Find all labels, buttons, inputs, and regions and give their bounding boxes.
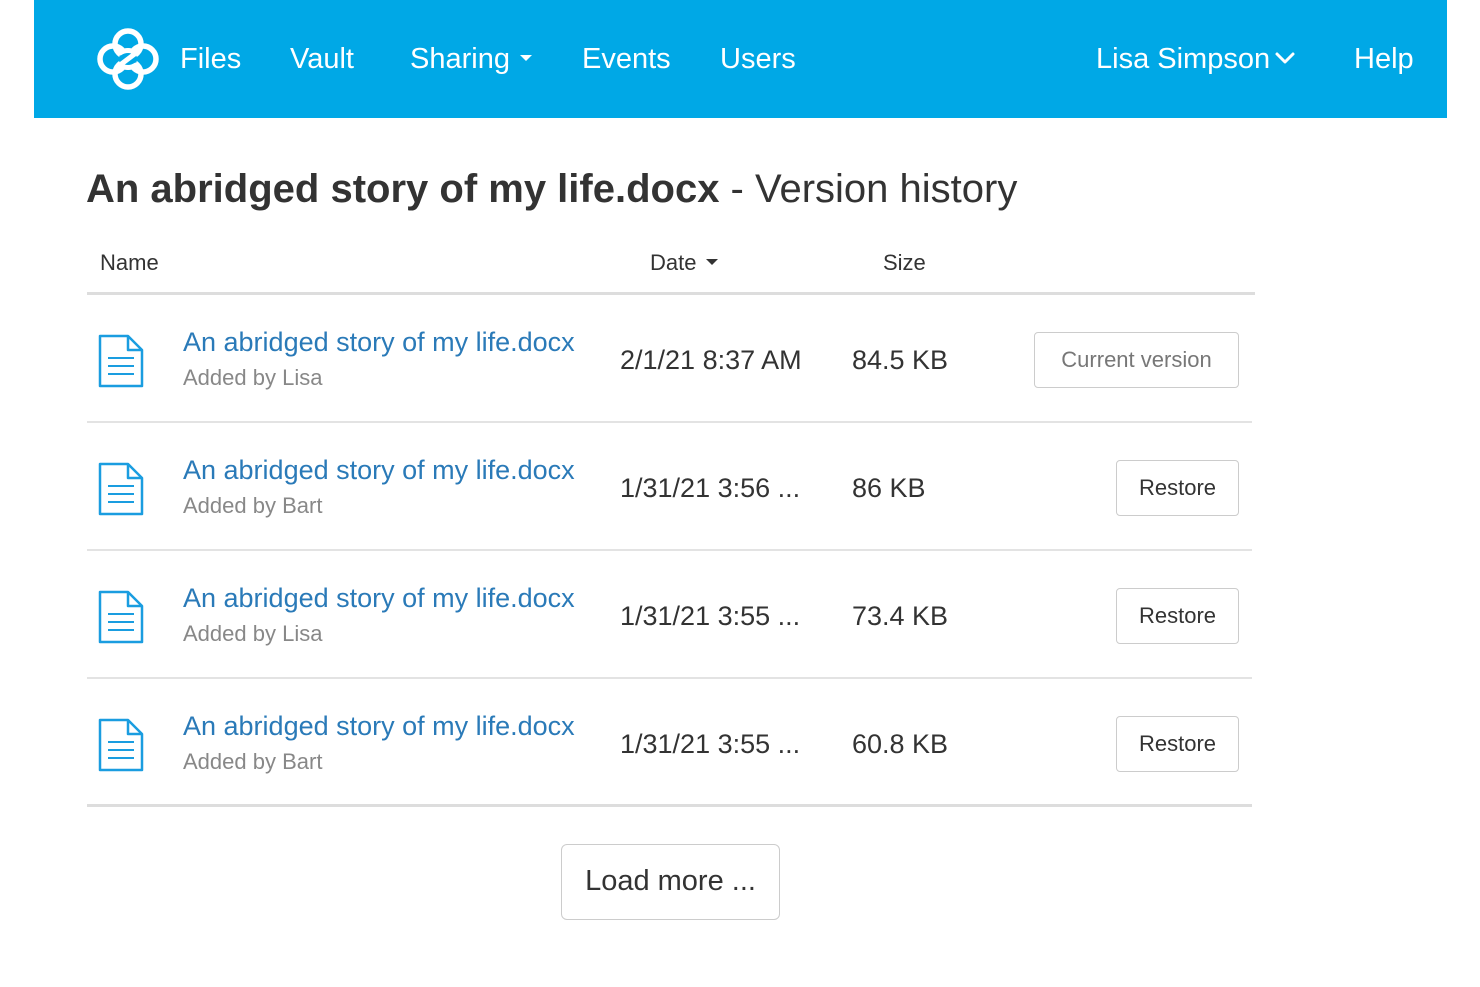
- added-by-user: Bart: [282, 493, 323, 518]
- document-icon: [97, 717, 145, 773]
- version-date: 2/1/21 8:37 AM: [620, 345, 802, 375]
- added-by-user: Lisa: [282, 621, 323, 646]
- nav-vault[interactable]: Vault: [290, 40, 354, 78]
- version-date: 1/31/21 3:55 ...: [620, 729, 801, 759]
- document-icon: [97, 461, 145, 517]
- column-header-name[interactable]: Name: [100, 249, 159, 277]
- version-row: An abridged story of my life.docx Added …: [87, 423, 1252, 551]
- nav-events[interactable]: Events: [582, 40, 671, 78]
- sort-caret-down-icon: [706, 259, 719, 266]
- version-added-by: Added by Bart: [183, 491, 322, 521]
- nav-sharing-label: Sharing: [410, 43, 510, 75]
- added-by-label: Added by: [183, 493, 283, 518]
- load-more-button[interactable]: Load more ...: [561, 844, 780, 920]
- version-added-by: Added by Bart: [183, 747, 322, 777]
- version-size: 73.4 KB: [852, 601, 949, 631]
- added-by-user: Bart: [282, 749, 323, 774]
- version-row: An abridged story of my life.docx Added …: [87, 295, 1252, 423]
- sync-logo-icon[interactable]: [92, 26, 164, 92]
- column-header-date-label: Date: [650, 250, 697, 275]
- nav-files[interactable]: Files: [180, 40, 241, 78]
- page-title-filename: An abridged story of my life.docx: [86, 167, 720, 211]
- chevron-down-icon: [1275, 52, 1295, 64]
- column-header-size[interactable]: Size: [883, 249, 926, 277]
- version-size: 86 KB: [852, 473, 926, 503]
- restore-button[interactable]: Restore: [1116, 588, 1239, 644]
- top-navbar: Files Vault Sharing Events Users Lisa Si…: [34, 0, 1447, 118]
- version-file-name[interactable]: An abridged story of my life.docx: [183, 453, 575, 487]
- version-size: 84.5 KB: [852, 345, 949, 375]
- added-by-user: Lisa: [282, 365, 323, 390]
- version-date: 1/31/21 3:55 ...: [620, 601, 801, 631]
- added-by-label: Added by: [183, 621, 283, 646]
- added-by-label: Added by: [183, 365, 283, 390]
- version-file-name[interactable]: An abridged story of my life.docx: [183, 709, 575, 743]
- version-size: 60.8 KB: [852, 729, 949, 759]
- caret-down-icon: [519, 55, 532, 62]
- page-title-suffix: - Version history: [719, 167, 1018, 211]
- user-menu-dropdown[interactable]: Lisa Simpson: [1096, 40, 1296, 78]
- version-added-by: Added by Lisa: [183, 363, 322, 393]
- restore-button[interactable]: Restore: [1116, 716, 1239, 772]
- column-header-date[interactable]: Date: [650, 249, 719, 277]
- restore-button[interactable]: Restore: [1116, 460, 1239, 516]
- page-title: An abridged story of my life.docx - Vers…: [86, 164, 1017, 214]
- nav-users[interactable]: Users: [720, 40, 796, 78]
- version-date: 1/31/21 3:56 ...: [620, 473, 801, 503]
- document-icon: [97, 333, 145, 389]
- version-added-by: Added by Lisa: [183, 619, 322, 649]
- nav-help[interactable]: Help: [1354, 40, 1414, 78]
- version-file-name[interactable]: An abridged story of my life.docx: [183, 325, 575, 359]
- user-name: Lisa Simpson: [1096, 43, 1271, 75]
- added-by-label: Added by: [183, 749, 283, 774]
- current-version-button[interactable]: Current version: [1034, 332, 1239, 388]
- version-row: An abridged story of my life.docx Added …: [87, 551, 1252, 679]
- nav-sharing-dropdown[interactable]: Sharing: [410, 40, 532, 78]
- version-file-name[interactable]: An abridged story of my life.docx: [183, 581, 575, 615]
- version-row: An abridged story of my life.docx Added …: [87, 679, 1252, 807]
- document-icon: [97, 589, 145, 645]
